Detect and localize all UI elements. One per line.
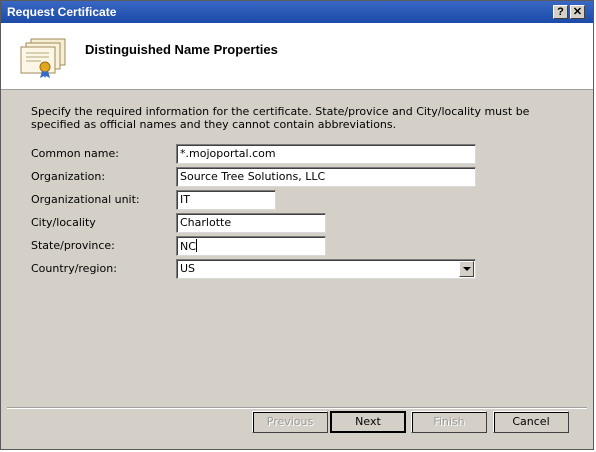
- state-input[interactable]: NC: [176, 236, 326, 256]
- city-label: City/locality: [31, 216, 96, 229]
- state-label: State/province:: [31, 239, 115, 252]
- organization-label: Organization:: [31, 170, 106, 183]
- finish-button[interactable]: Finish: [411, 411, 487, 433]
- text-cursor: [195, 239, 197, 252]
- cancel-button[interactable]: Cancel: [493, 411, 569, 433]
- organization-input[interactable]: Source Tree Solutions, LLC: [176, 167, 476, 187]
- organizational-unit-input[interactable]: IT: [176, 190, 276, 210]
- organizational-unit-label: Organizational unit:: [31, 193, 140, 206]
- chevron-down-icon[interactable]: [459, 261, 474, 277]
- common-name-input[interactable]: *.mojoportal.com: [176, 144, 476, 164]
- window-title: Request Certificate: [7, 5, 117, 19]
- organizational-unit-value: IT: [180, 193, 190, 206]
- organization-value: Source Tree Solutions, LLC: [180, 170, 326, 183]
- country-select[interactable]: US: [176, 259, 476, 279]
- title-bar[interactable]: Request Certificate ? ✕: [1, 1, 593, 23]
- certificate-icon: [20, 38, 66, 78]
- common-name-label: Common name:: [31, 147, 119, 160]
- close-button[interactable]: ✕: [570, 5, 585, 19]
- city-input[interactable]: Charlotte: [176, 213, 326, 233]
- country-label: Country/region:: [31, 262, 117, 275]
- page-title: Distinguished Name Properties: [85, 42, 278, 57]
- city-value: Charlotte: [180, 216, 232, 229]
- state-value: NC: [180, 240, 196, 253]
- wizard-header: Distinguished Name Properties: [1, 23, 593, 90]
- next-button[interactable]: Next: [330, 411, 406, 433]
- country-value: US: [180, 262, 196, 275]
- instructions-text: Specify the required information for the…: [31, 105, 530, 131]
- common-name-value: *.mojoportal.com: [180, 147, 276, 160]
- help-button[interactable]: ?: [553, 5, 568, 19]
- button-separator: [7, 407, 587, 409]
- request-certificate-dialog: Request Certificate ? ✕ Distinguished Na…: [0, 0, 594, 450]
- previous-button[interactable]: Previous: [252, 411, 328, 433]
